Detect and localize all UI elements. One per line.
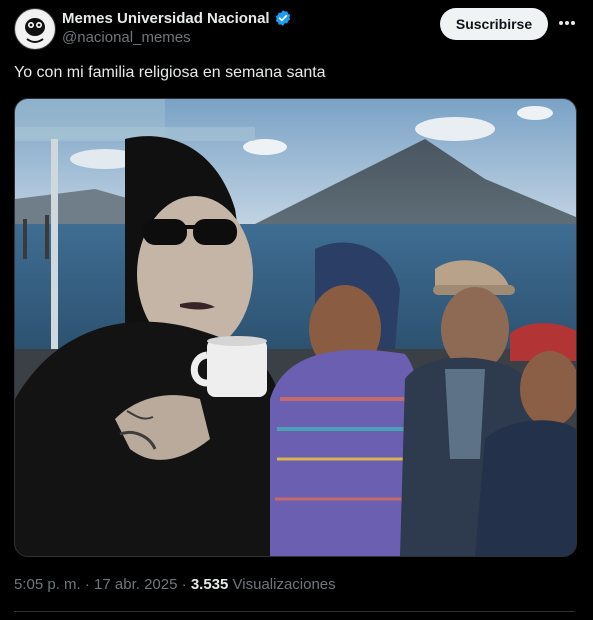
tweet-photo[interactable] (14, 98, 577, 557)
subscribe-button[interactable]: Suscribirse (440, 8, 548, 40)
university-logo-icon (16, 10, 54, 48)
tweet-time[interactable]: 5:05 p. m. (14, 576, 81, 593)
more-options-button[interactable] (556, 12, 578, 34)
name-row: Memes Universidad Nacional (62, 9, 292, 27)
divider (14, 611, 575, 612)
separator-dot: · (84, 576, 90, 593)
more-horizontal-icon (559, 21, 575, 25)
tweet-date[interactable]: 17 abr. 2025 (94, 576, 177, 593)
handle[interactable]: @nacional_memes (62, 29, 191, 46)
verified-badge-icon (275, 10, 290, 26)
avatar[interactable] (14, 8, 56, 50)
tweet-text: Yo con mi familia religiosa en semana sa… (14, 64, 326, 81)
separator-dot: · (181, 576, 187, 593)
views-label: Visualizaciones (232, 576, 336, 593)
views-count: 3.535 (190, 576, 229, 593)
display-name[interactable]: Memes Universidad Nacional (62, 10, 270, 27)
tweet-meta: 5:05 p. m. · 17 abr. 2025 · 3.535 Visual… (14, 576, 336, 593)
photo-illustration (15, 99, 576, 556)
